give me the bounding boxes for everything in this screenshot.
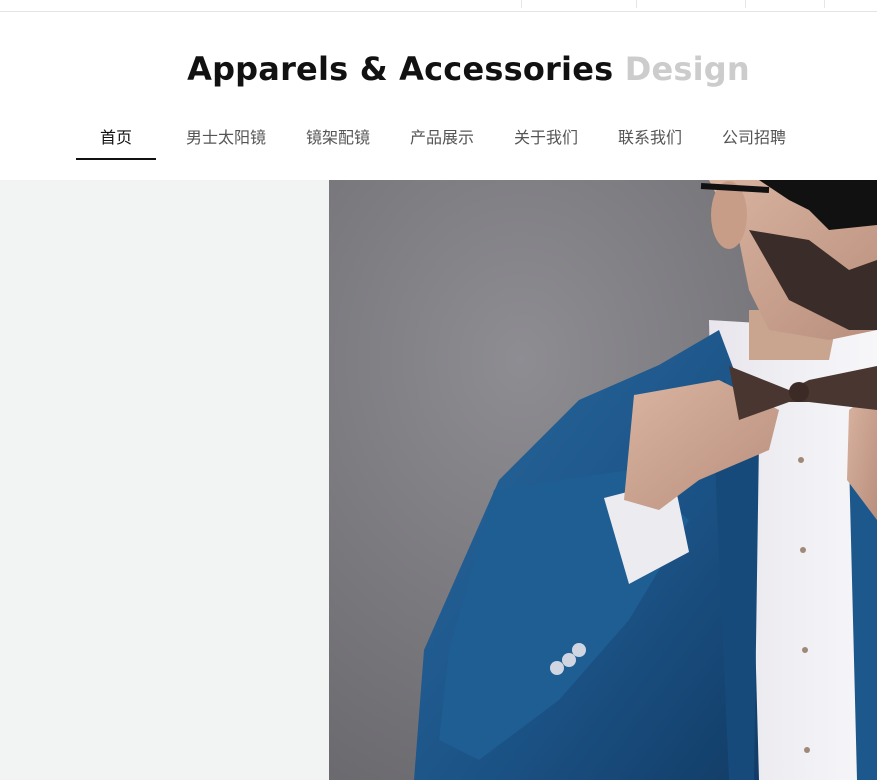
nav-active-indicator — [76, 158, 156, 160]
nav-item-products[interactable]: 产品展示 — [410, 124, 474, 160]
brand-title-main: Apparels & Accessories — [187, 50, 614, 88]
nav-item-about-us[interactable]: 关于我们 — [514, 124, 578, 160]
hero-photo — [329, 180, 877, 780]
top-bar-cell[interactable] — [636, 0, 745, 8]
site-header: Apparels & Accessories Design 首页 男士太阳镜 镜… — [0, 12, 877, 180]
hero-banner — [0, 180, 877, 780]
top-bar-cell[interactable] — [521, 0, 636, 8]
top-bar-cell[interactable] — [824, 0, 877, 8]
brand-title-accent: Design — [624, 50, 750, 88]
hero-photo-illustration — [414, 180, 877, 780]
nav-item-frames-optical[interactable]: 镜架配镜 — [306, 124, 370, 160]
nav-item-mens-sunglasses[interactable]: 男士太阳镜 — [186, 124, 266, 160]
top-bar — [0, 0, 877, 12]
top-bar-cell[interactable] — [745, 0, 824, 8]
site-logo-title[interactable]: Apparels & Accessories Design — [0, 50, 877, 88]
nav-item-careers[interactable]: 公司招聘 — [722, 124, 786, 160]
nav-item-home[interactable]: 首页 — [100, 124, 132, 160]
nav-item-contact-us[interactable]: 联系我们 — [618, 124, 682, 160]
